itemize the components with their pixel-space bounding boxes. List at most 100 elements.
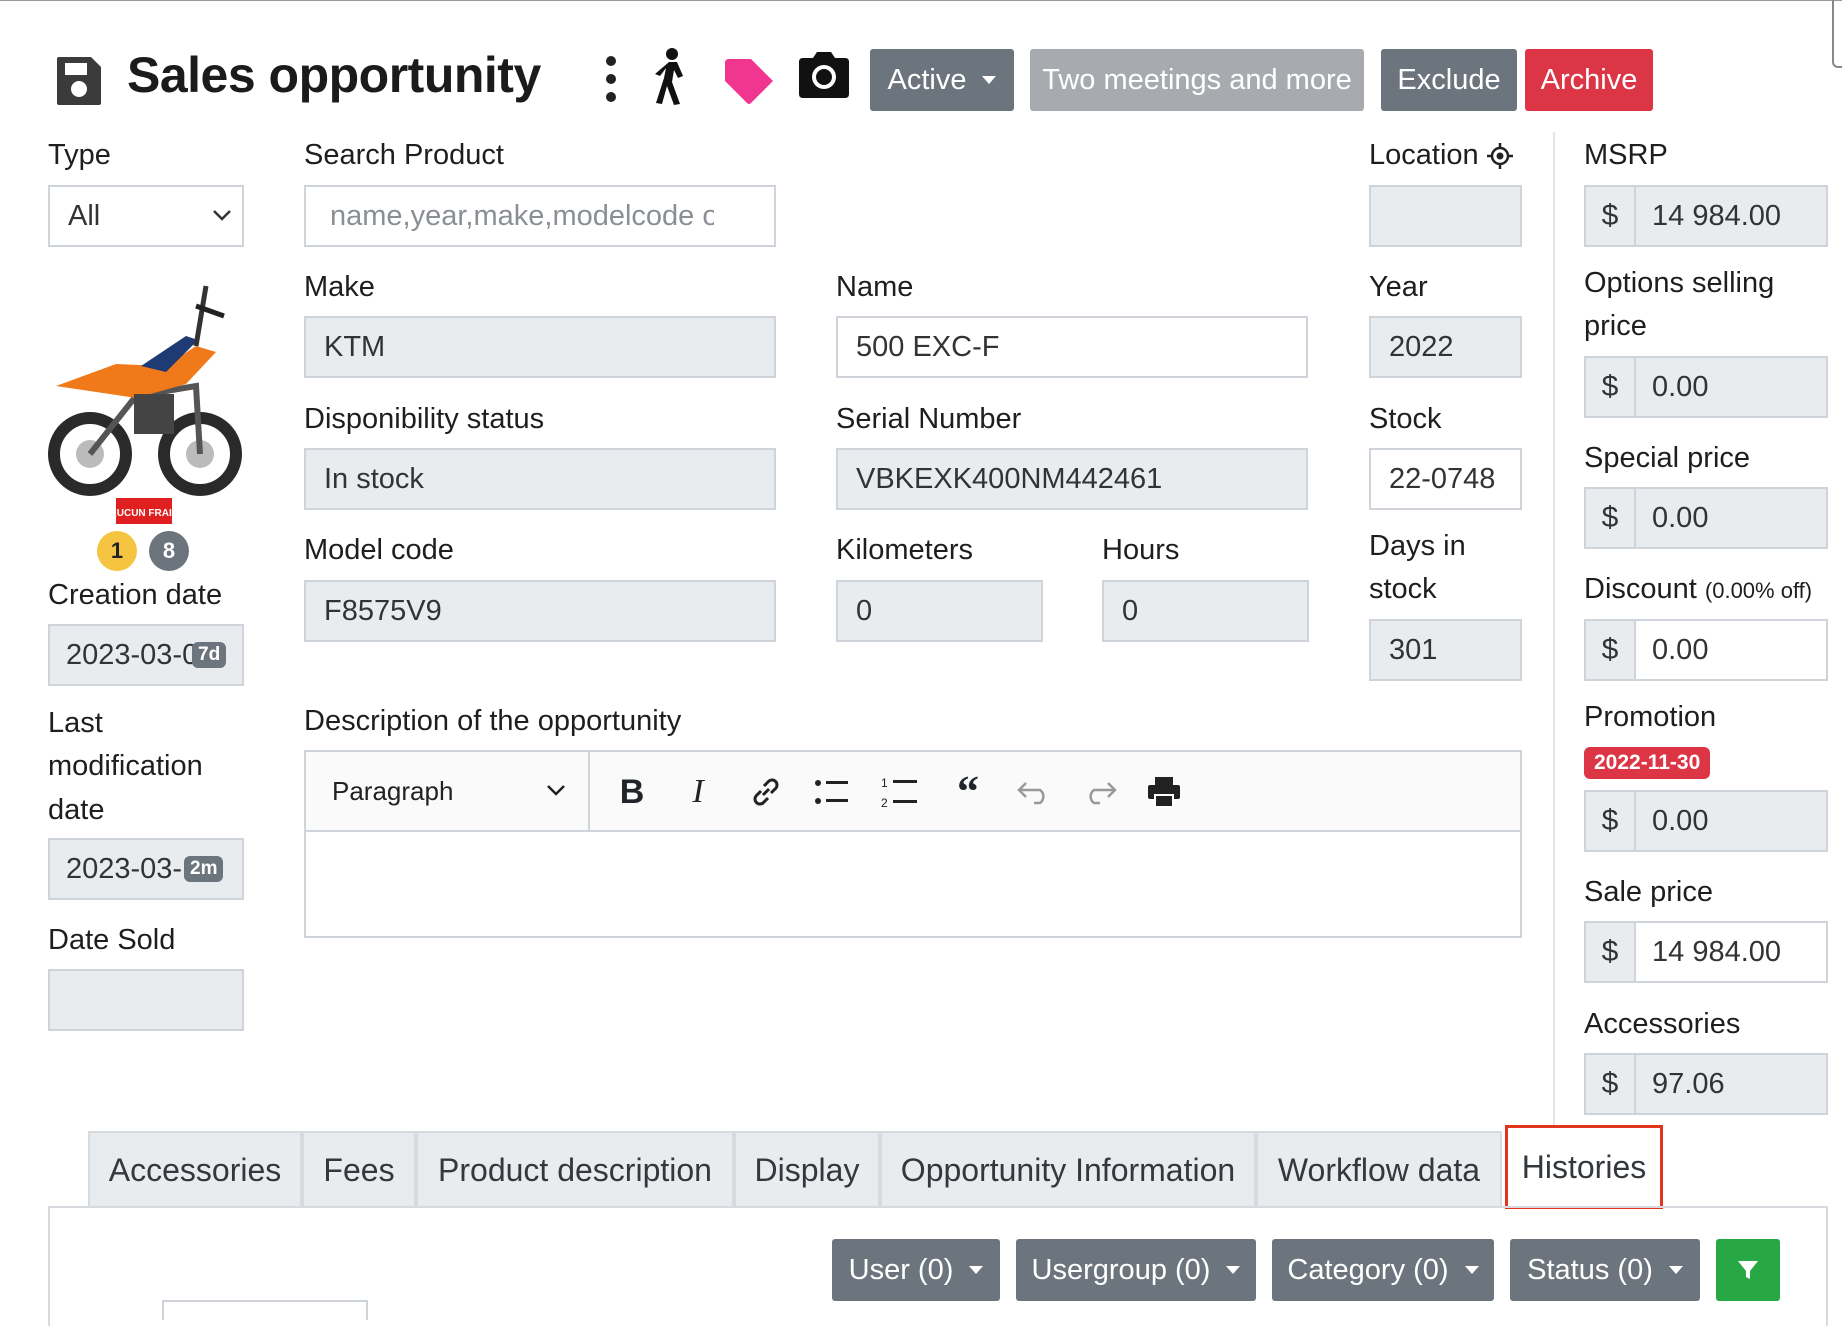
status-filter-button[interactable]: Status (0)	[1510, 1239, 1700, 1301]
print-icon[interactable]	[1142, 770, 1186, 814]
active-label: Active	[887, 63, 967, 96]
user-filter-label: User (0)	[848, 1253, 954, 1286]
name-label: Name	[836, 271, 914, 303]
sale-price-field[interactable]: $ 14 984.00	[1584, 921, 1828, 983]
redo-icon[interactable]	[1078, 770, 1122, 814]
tag-icon[interactable]	[723, 57, 775, 105]
currency-symbol: $	[1586, 1055, 1636, 1113]
svg-text:1: 1	[881, 776, 888, 790]
filter-apply-button[interactable]	[1716, 1239, 1780, 1301]
caret-down-icon	[969, 1266, 984, 1274]
model-code-value: F8575V9	[324, 594, 442, 627]
days-in-stock-label-1: Days in	[1369, 530, 1466, 562]
tab-histories[interactable]: Histories	[1505, 1125, 1663, 1209]
last-mod-label-3: date	[48, 794, 105, 826]
link-icon[interactable]	[744, 770, 788, 814]
tab-product-description[interactable]: Product description	[416, 1131, 734, 1208]
date-sold-field[interactable]	[48, 969, 244, 1031]
last-mod-date-value: 2023-03-1	[66, 852, 199, 885]
discount-note: (0.00% off)	[1704, 578, 1813, 603]
active-dropdown-button[interactable]: Active	[870, 49, 1014, 111]
creation-date-label: Creation date	[48, 579, 223, 611]
location-field[interactable]	[1369, 185, 1522, 247]
walking-person-icon[interactable]	[650, 48, 692, 106]
options-price-label-2: price	[1584, 310, 1647, 342]
hours-field: 0	[1102, 580, 1309, 642]
days-in-stock-value: 301	[1389, 633, 1438, 666]
bulleted-list-icon[interactable]	[810, 770, 854, 814]
crosshair-icon[interactable]	[1486, 142, 1514, 170]
last-mod-age-badge: 2m	[184, 856, 224, 882]
year-field: 2022	[1369, 316, 1522, 378]
status-filter-label: Status (0)	[1527, 1253, 1653, 1286]
currency-symbol: $	[1586, 792, 1636, 850]
options-price-field: $ 0.00	[1584, 356, 1828, 418]
location-label: Location	[1369, 139, 1479, 171]
description-editor[interactable]: Paragraph B I 12 “	[304, 750, 1522, 938]
accessories-value: 97.06	[1636, 1055, 1826, 1113]
bold-icon[interactable]: B	[610, 770, 654, 814]
search-product-input[interactable]: name,year,make,modelcode or	[304, 185, 776, 247]
count-badge-yellow: 1	[97, 531, 137, 571]
tab-accessories[interactable]: Accessories	[88, 1131, 302, 1208]
type-select[interactable]: All	[48, 185, 244, 247]
currency-symbol: $	[1586, 489, 1636, 547]
days-in-stock-field: 301	[1369, 619, 1522, 681]
stock-input[interactable]: 22-0748	[1369, 448, 1522, 510]
undo-icon[interactable]	[1012, 770, 1056, 814]
column-divider	[1553, 132, 1555, 1132]
two-meetings-button[interactable]: Two meetings and more	[1030, 49, 1364, 111]
italic-icon[interactable]: I	[676, 770, 720, 814]
caret-down-icon	[1668, 1266, 1683, 1274]
user-filter-button[interactable]: User (0)	[832, 1239, 1000, 1301]
tab-fees[interactable]: Fees	[302, 1131, 416, 1208]
caret-down-icon	[982, 76, 997, 84]
product-image[interactable]: AUCUN FRAIS	[46, 276, 242, 526]
numbered-list-icon[interactable]: 12	[878, 770, 922, 814]
name-input[interactable]: 500 EXC-F	[836, 316, 1308, 378]
type-label: Type	[48, 139, 111, 171]
kebab-menu-icon[interactable]	[603, 55, 619, 103]
exclude-button[interactable]: Exclude	[1381, 49, 1517, 111]
search-histories-input[interactable]	[162, 1300, 368, 1320]
special-price-field: $ 0.00	[1584, 487, 1828, 549]
msrp-label: MSRP	[1584, 139, 1668, 171]
model-code-field: F8575V9	[304, 580, 776, 642]
discount-field[interactable]: $ 0.00	[1584, 619, 1828, 681]
camera-icon[interactable]	[797, 50, 851, 100]
kilometers-value: 0	[856, 594, 873, 627]
exclude-label: Exclude	[1397, 63, 1501, 96]
tab-workflow-data[interactable]: Workflow data	[1256, 1131, 1502, 1208]
kilometers-label: Kilometers	[836, 534, 973, 566]
blockquote-icon[interactable]: “	[946, 770, 990, 814]
last-mod-date-field: 2023-03-1 2m	[48, 838, 244, 900]
promotion-date-badge: 2022-11-30	[1584, 747, 1711, 779]
hours-value: 0	[1122, 594, 1139, 627]
serial-number-value: VBKEXK400NM442461	[856, 462, 1163, 495]
two-meetings-label: Two meetings and more	[1042, 63, 1352, 96]
page-title: Sales opportunity	[127, 47, 541, 103]
serial-number-label: Serial Number	[836, 403, 1022, 435]
count-badge-gray: 8	[149, 531, 189, 571]
make-field: KTM	[304, 316, 776, 378]
archive-label: Archive	[1540, 63, 1638, 96]
archive-button[interactable]: Archive	[1525, 49, 1653, 111]
sale-price-label: Sale price	[1584, 876, 1713, 908]
last-mod-label-2: modification	[48, 750, 203, 782]
caret-down-icon	[1226, 1266, 1241, 1274]
make-label: Make	[304, 271, 375, 303]
category-filter-button[interactable]: Category (0)	[1272, 1239, 1494, 1301]
usergroup-filter-button[interactable]: Usergroup (0)	[1016, 1239, 1256, 1301]
paragraph-select[interactable]: Paragraph	[306, 752, 590, 830]
save-icon[interactable]	[55, 55, 103, 107]
disponibility-status-value: In stock	[324, 462, 424, 495]
discount-value: 0.00	[1636, 621, 1826, 679]
tab-display[interactable]: Display	[734, 1131, 880, 1208]
description-label: Description of the opportunity	[304, 705, 682, 737]
disponibility-status-label: Disponibility status	[304, 403, 545, 435]
tab-opportunity-information[interactable]: Opportunity Information	[880, 1131, 1256, 1208]
svg-text:2: 2	[881, 796, 888, 809]
scrollbar-edge[interactable]	[1832, 0, 1842, 68]
msrp-value: 14 984.00	[1636, 187, 1826, 245]
year-value: 2022	[1389, 330, 1454, 363]
